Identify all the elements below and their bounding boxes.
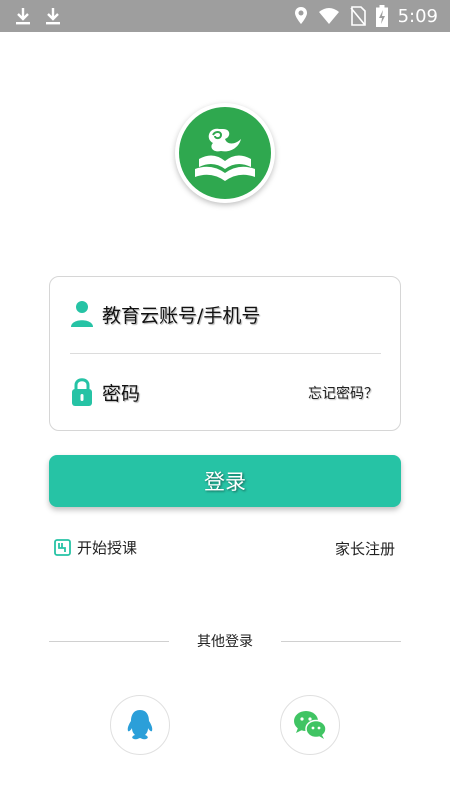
cloud-book-logo: [179, 107, 271, 199]
wechat-login-button[interactable]: [280, 695, 340, 755]
login-form: 教育云账号/手机号 密码 忘记密码？: [49, 276, 401, 431]
wifi-icon: [318, 8, 339, 24]
teaching-icon: [54, 539, 71, 556]
no-sim-icon: [349, 6, 366, 26]
lock-icon: [72, 378, 92, 406]
divider-line-right: [281, 641, 401, 642]
login-button[interactable]: 登录: [49, 455, 401, 507]
account-placeholder: 教育云账号/手机号: [102, 305, 261, 327]
qq-login-button[interactable]: [110, 695, 170, 755]
other-login-divider: 其他登录: [49, 631, 401, 651]
location-icon: [294, 7, 307, 24]
parent-register-link[interactable]: 家长注册: [335, 538, 395, 559]
qq-penguin-icon: [127, 710, 153, 740]
start-teaching-link[interactable]: 开始授课: [54, 537, 137, 558]
password-placeholder: 密码: [102, 383, 141, 405]
start-teaching-label: 开始授课: [77, 539, 138, 557]
password-field[interactable]: 密码 忘记密码？: [50, 355, 400, 431]
account-field[interactable]: 教育云账号/手机号: [50, 277, 400, 353]
app-logo: [175, 103, 275, 203]
status-bar: 5:09: [0, 0, 450, 32]
user-icon: [71, 301, 93, 327]
status-time: 5:09: [397, 5, 438, 27]
download-icon: [46, 8, 60, 25]
download-icon: [16, 8, 30, 25]
field-divider: [70, 353, 381, 354]
battery-charging-icon: [375, 5, 388, 27]
wechat-icon: [294, 711, 327, 739]
forgot-password-link[interactable]: 忘记密码？: [308, 383, 378, 403]
